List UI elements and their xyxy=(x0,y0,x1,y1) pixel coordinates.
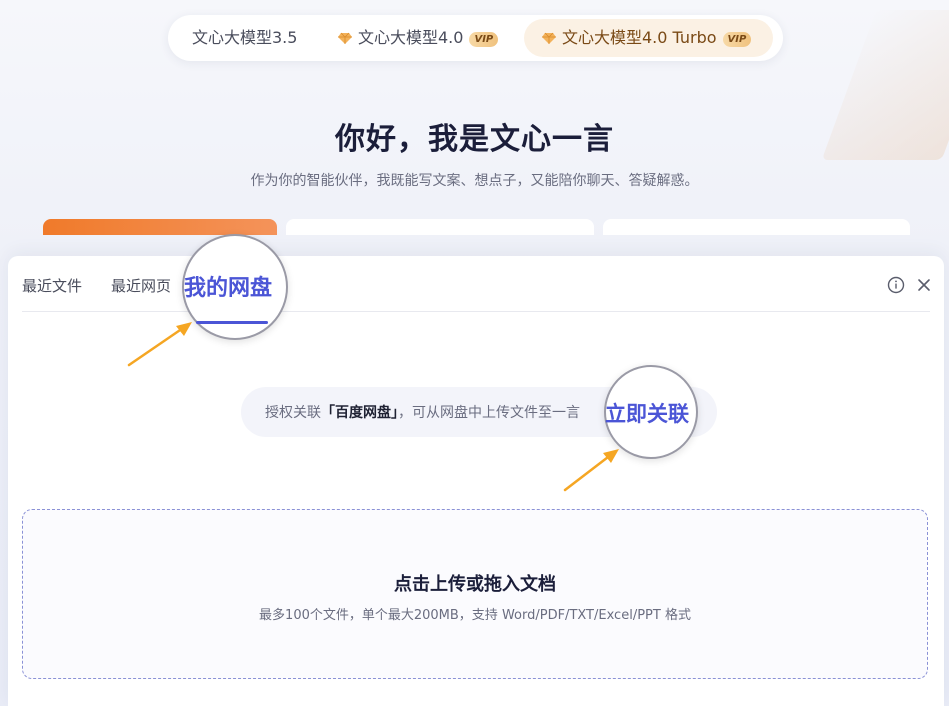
model-option-4-0-turbo[interactable]: 文心大模型4.0 Turbo VIP xyxy=(524,19,774,57)
diamond-icon xyxy=(542,32,556,44)
arrow-icon xyxy=(563,449,619,492)
tab-recent-webpages[interactable]: 最近网页 xyxy=(111,275,171,296)
arrow-icon xyxy=(127,322,192,367)
tab-my-netdisk[interactable]: 我的网盘 xyxy=(184,270,272,302)
upload-hint: 最多100个文件，单个最大200MB，支持 Word/PDF/TXT/Excel… xyxy=(259,608,691,623)
prompt-card[interactable] xyxy=(603,219,910,235)
greeting-title: 你好，我是文心一言 xyxy=(335,122,614,157)
tab-recent-files[interactable]: 最近文件 xyxy=(22,275,82,296)
vip-badge: VIP xyxy=(722,32,752,47)
model-option-label: 文心大模型4.0 Turbo xyxy=(562,28,717,47)
prompt-card[interactable] xyxy=(43,219,277,235)
model-option-3-5[interactable]: 文心大模型3.5 xyxy=(192,19,297,57)
model-option-label: 文心大模型4.0 xyxy=(358,28,464,47)
upload-dropzone[interactable]: 点击上传或拖入文档 最多100个文件，单个最大200MB，支持 Word/PDF… xyxy=(22,509,928,679)
prompt-card[interactable] xyxy=(286,219,594,235)
model-option-4-0[interactable]: 文心大模型4.0 VIP xyxy=(338,19,499,57)
tab-divider xyxy=(22,311,930,312)
upload-title: 点击上传或拖入文档 xyxy=(394,574,556,595)
model-option-label: 文心大模型3.5 xyxy=(192,28,298,47)
auth-message: 授权关联「百度网盘」，可从网盘中上传文件至一言 xyxy=(265,405,580,421)
active-tab-indicator xyxy=(196,321,268,324)
diamond-icon xyxy=(338,32,352,44)
greeting-subtitle: 作为你的智能伙伴，我既能写文案、想点子，又能陪你聊天、答疑解惑。 xyxy=(250,173,699,189)
netdisk-name: 「百度网盘」 xyxy=(321,405,398,421)
close-icon[interactable] xyxy=(915,276,933,294)
link-now-button[interactable]: 立即关联 xyxy=(605,398,689,428)
vip-badge: VIP xyxy=(469,32,499,47)
model-switcher: 文心大模型3.5 · 文心大模型4.0VIP 文心大模型4.0 TurboVIP xyxy=(168,15,783,61)
info-icon[interactable] xyxy=(887,276,905,294)
